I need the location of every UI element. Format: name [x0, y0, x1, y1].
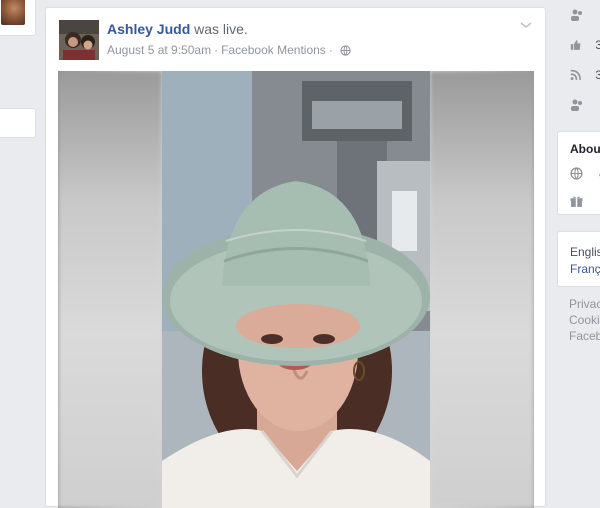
stat-value: 3 [595, 38, 600, 52]
about-card: About a I [557, 131, 600, 215]
video-blur-right [430, 71, 534, 508]
current-language: Englis [570, 245, 600, 259]
author-name-link[interactable]: Ashley Judd [107, 21, 190, 37]
language-link-french[interactable]: Franç [570, 262, 600, 276]
video-frame [162, 71, 430, 508]
about-row-birthday[interactable]: I [570, 194, 600, 208]
meta-separator: · [214, 43, 219, 57]
post-timestamp[interactable]: August 5 at 9:50am [107, 42, 211, 58]
post-source-link[interactable]: Facebook Mentions [221, 42, 326, 58]
stat-row[interactable] [562, 0, 600, 30]
footer-links: Privac Cooki Faceb [569, 296, 600, 344]
post-action-text: was live. [194, 21, 248, 37]
about-row-website[interactable]: a [570, 166, 600, 180]
live-video-player[interactable] [58, 71, 534, 508]
feed-post: Ashley Judd was live. August 5 at 9:50am… [45, 7, 546, 508]
left-thumbnail[interactable] [1, 0, 25, 25]
thumbs-up-icon [570, 40, 581, 50]
stat-row[interactable]: 3 [562, 60, 600, 90]
video-still-image [162, 71, 430, 508]
stat-value: 3 [595, 68, 600, 82]
stat-row[interactable]: 3 [562, 30, 600, 60]
globe-icon[interactable] [340, 44, 351, 56]
rss-icon [570, 69, 581, 81]
people-icon [571, 9, 582, 21]
video-blur-left [58, 71, 162, 508]
chevron-down-icon[interactable] [519, 18, 533, 32]
left-profile-card [0, 0, 36, 36]
about-title: About [570, 142, 600, 156]
left-composer-field[interactable] [0, 108, 36, 138]
footer-link-cookies[interactable]: Cooki [569, 312, 600, 328]
page-stats: 3 3 [562, 0, 600, 120]
globe-icon [570, 166, 583, 180]
language-card: Englis Franç [557, 231, 600, 287]
post-header: Ashley Judd was live. August 5 at 9:50am… [107, 20, 525, 58]
footer-link-facebook[interactable]: Faceb [569, 328, 600, 344]
stat-row[interactable] [562, 90, 600, 120]
people-icon [571, 99, 582, 111]
gift-icon [570, 195, 583, 207]
avatar[interactable] [59, 20, 99, 60]
footer-link-privacy[interactable]: Privac [569, 296, 600, 312]
meta-separator-2: · [328, 43, 333, 57]
